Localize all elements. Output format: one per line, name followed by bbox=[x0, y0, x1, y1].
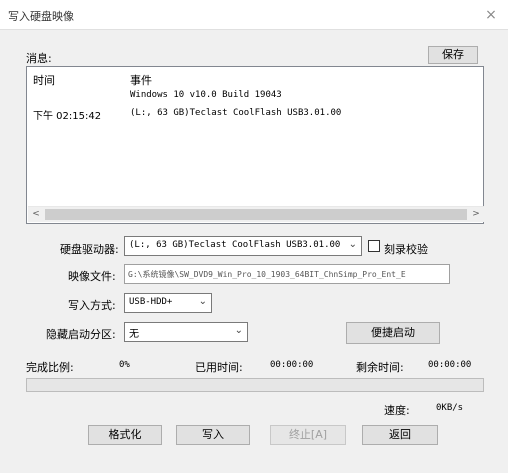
save-button[interactable]: 保存 bbox=[428, 46, 478, 64]
elapsed-time-value: 00:00:00 bbox=[270, 360, 314, 370]
message-log[interactable]: 时间 事件 Windows 10 v10.0 Build 19043 下午 02… bbox=[26, 66, 484, 224]
log-row-event: Windows 10 v10.0 Build 19043 bbox=[130, 90, 282, 100]
scroll-right-icon[interactable]: > bbox=[468, 207, 484, 223]
image-file-label: 映像文件: bbox=[68, 270, 116, 283]
format-button[interactable]: 格式化 bbox=[88, 425, 162, 445]
drive-label: 硬盘驱动器: bbox=[60, 243, 119, 256]
hidden-partition-value: 无 bbox=[129, 329, 139, 340]
messages-label: 消息: bbox=[26, 52, 52, 65]
chevron-down-icon: ⌄ bbox=[198, 296, 207, 307]
stop-button[interactable]: 终止[A] bbox=[270, 425, 346, 445]
image-file-input[interactable]: G:\系统镜像\SW_DVD9_Win_Pro_10_1903_64BIT_Ch… bbox=[124, 264, 450, 284]
verify-label: 刻录校验 bbox=[384, 243, 428, 256]
verify-checkbox[interactable] bbox=[368, 240, 380, 252]
log-row-event: (L:, 63 GB)Teclast CoolFlash USB3.01.00 bbox=[130, 108, 342, 118]
title-bar: 写入硬盘映像 × bbox=[0, 0, 508, 30]
complete-ratio-value: 0% bbox=[119, 360, 130, 370]
scrollbar-thumb[interactable] bbox=[45, 209, 467, 220]
chevron-down-icon: ⌄ bbox=[348, 239, 357, 250]
write-mode-select[interactable]: USB-HDD+ ⌄ bbox=[124, 293, 212, 313]
write-mode-label: 写入方式: bbox=[68, 299, 116, 312]
log-row-time: 下午 02:15:42 bbox=[33, 111, 102, 122]
write-button[interactable]: 写入 bbox=[176, 425, 250, 445]
column-header-time: 时间 bbox=[33, 74, 55, 87]
horizontal-scrollbar[interactable]: < > bbox=[28, 206, 484, 222]
quick-boot-button[interactable]: 便捷启动 bbox=[346, 322, 440, 344]
hidden-partition-label: 隐藏启动分区: bbox=[46, 328, 116, 341]
chevron-down-icon: ⌄ bbox=[234, 325, 243, 336]
progress-bar bbox=[26, 378, 484, 392]
remaining-time-label: 剩余时间: bbox=[356, 361, 404, 374]
speed-value: 0KB/s bbox=[436, 403, 464, 413]
drive-select-value: (L:, 63 GB)Teclast CoolFlash USB3.01.00 bbox=[129, 240, 341, 250]
column-header-event: 事件 bbox=[130, 74, 152, 87]
back-button[interactable]: 返回 bbox=[362, 425, 438, 445]
speed-label: 速度: bbox=[384, 404, 410, 417]
remaining-time-value: 00:00:00 bbox=[428, 360, 472, 370]
close-icon[interactable]: × bbox=[480, 4, 502, 26]
scroll-left-icon[interactable]: < bbox=[28, 207, 44, 223]
elapsed-time-label: 已用时间: bbox=[195, 361, 243, 374]
window-title: 写入硬盘映像 bbox=[8, 10, 74, 23]
image-file-path: G:\系统镜像\SW_DVD9_Win_Pro_10_1903_64BIT_Ch… bbox=[128, 270, 406, 279]
complete-ratio-label: 完成比例: bbox=[26, 361, 74, 374]
write-mode-value: USB-HDD+ bbox=[129, 297, 173, 307]
hidden-partition-select[interactable]: 无 ⌄ bbox=[124, 322, 248, 342]
drive-select[interactable]: (L:, 63 GB)Teclast CoolFlash USB3.01.00 … bbox=[124, 236, 362, 256]
